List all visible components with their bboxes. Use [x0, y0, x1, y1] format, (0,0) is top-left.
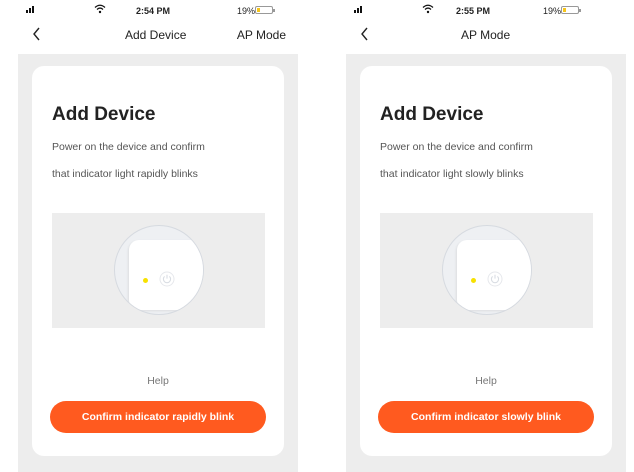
wifi-icon [422, 4, 434, 14]
instruction-line-2: that indicator light rapidly blinks [52, 168, 198, 180]
battery-percent: 19% [237, 6, 256, 16]
device-zoom-circle [442, 225, 532, 315]
power-icon [159, 271, 175, 287]
help-link[interactable]: Help [32, 375, 284, 387]
device-zoom-circle [114, 225, 204, 315]
nav-title: Add Device [125, 28, 187, 42]
battery-icon [255, 6, 275, 14]
indicator-light [471, 278, 476, 283]
nav-bar: AP Mode [346, 22, 626, 48]
status-bar: 2:54 PM 19% [18, 0, 298, 22]
screen-add-device: 2:54 PM 19% Add Device AP Mode Add Devic… [18, 0, 298, 472]
card-heading: Add Device [52, 104, 156, 125]
instruction-line-2: that indicator light slowly blinks [380, 168, 524, 180]
status-time: 2:55 PM [456, 6, 491, 16]
card-heading: Add Device [380, 104, 484, 125]
device-illustration [52, 213, 265, 328]
battery-icon [561, 6, 581, 14]
nav-bar: Add Device AP Mode [18, 22, 298, 48]
confirm-rapid-blink-button[interactable]: Confirm indicator rapidly blink [50, 401, 266, 433]
wifi-icon [94, 4, 106, 14]
screen-ap-mode: 2:55 PM 19% AP Mode Add Device Power on … [346, 0, 626, 472]
instruction-card: Add Device Power on the device and confi… [360, 66, 612, 456]
ap-mode-link[interactable]: AP Mode [237, 28, 286, 42]
help-link[interactable]: Help [360, 375, 612, 387]
indicator-light [143, 278, 148, 283]
status-bar: 2:55 PM 19% [346, 0, 626, 22]
instruction-line-1: Power on the device and confirm [52, 141, 205, 153]
instruction-line-1: Power on the device and confirm [380, 141, 533, 153]
battery-percent: 19% [543, 6, 562, 16]
instruction-card: Add Device Power on the device and confi… [32, 66, 284, 456]
power-icon [487, 271, 503, 287]
chevron-left-icon[interactable] [30, 25, 44, 43]
cell-signal-icon [354, 6, 362, 13]
confirm-slow-blink-button[interactable]: Confirm indicator slowly blink [378, 401, 594, 433]
device-illustration [380, 213, 593, 328]
status-time: 2:54 PM [136, 6, 171, 16]
chevron-left-icon[interactable] [358, 25, 372, 43]
cell-signal-icon [26, 6, 34, 13]
nav-title: AP Mode [461, 28, 511, 42]
